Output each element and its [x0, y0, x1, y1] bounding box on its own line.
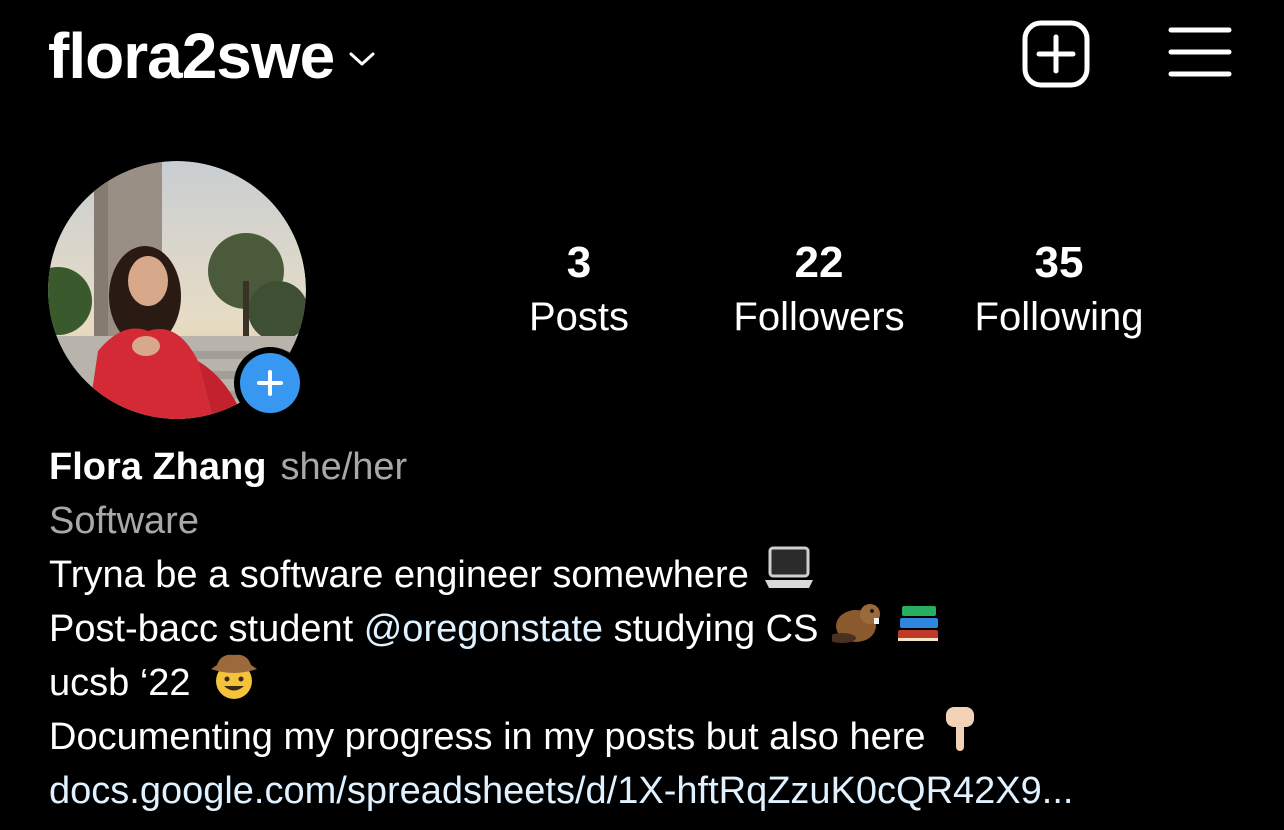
- posts-label: Posts: [528, 295, 630, 339]
- following-count: 35: [1034, 238, 1084, 287]
- following-stat[interactable]: 35 Following: [958, 236, 1160, 344]
- bio-text-2-suffix: studying CS: [603, 608, 819, 650]
- chevron-down-icon: [348, 50, 376, 68]
- account-switcher[interactable]: flora2swe: [48, 18, 376, 94]
- category: Software: [49, 500, 199, 542]
- followers-count: 22: [794, 238, 844, 287]
- bio: Flora Zhang she/her Software Tryna be a …: [49, 440, 1259, 818]
- mention-link[interactable]: @oregonstate: [364, 602, 603, 656]
- books-emoji: [894, 598, 942, 661]
- bio-text-4: Documenting my progress in my posts but …: [49, 716, 926, 758]
- posts-count: 3: [566, 238, 592, 287]
- category-line: Software: [49, 494, 1259, 548]
- pointing-down-emoji: [940, 705, 980, 770]
- create-post-button[interactable]: [1022, 20, 1090, 88]
- bio-text-1: Tryna be a software engineer somewhere: [49, 554, 749, 596]
- bio-text-3: ucsb ‘22: [49, 662, 191, 704]
- menu-button[interactable]: [1168, 26, 1232, 78]
- bio-line-1: Tryna be a software engineer somewhere: [49, 546, 1259, 605]
- beaver-emoji: [828, 598, 886, 661]
- plus-circle-icon: [240, 353, 300, 413]
- add-story-button[interactable]: [234, 347, 306, 419]
- bio-link[interactable]: docs.google.com/spreadsheets/d/1X-hftRqZ…: [49, 764, 1073, 818]
- profile-header: flora2swe: [0, 0, 1284, 110]
- bio-line-4: Documenting my progress in my posts but …: [49, 706, 1259, 764]
- username: flora2swe: [48, 20, 335, 92]
- bio-line-2: Post-bacc student @oregonstate studying …: [49, 602, 1259, 656]
- cowboy-emoji: [209, 651, 259, 716]
- bio-line-3: ucsb ‘22: [49, 654, 1259, 710]
- posts-stat[interactable]: 3 Posts: [500, 236, 658, 344]
- full-name: Flora Zhang: [49, 446, 267, 488]
- plus-square-icon: [1022, 20, 1090, 88]
- hamburger-menu-icon: [1168, 27, 1232, 77]
- bio-text-2-prefix: Post-bacc student: [49, 608, 364, 650]
- laptop-emoji: [763, 546, 815, 605]
- following-label: Following: [974, 295, 1144, 339]
- followers-label: Followers: [733, 295, 905, 339]
- pronouns: she/her: [280, 446, 408, 488]
- followers-stat[interactable]: 22 Followers: [716, 236, 922, 344]
- bio-link-line: docs.google.com/spreadsheets/d/1X-hftRqZ…: [49, 764, 1259, 818]
- name-line: Flora Zhang she/her: [49, 440, 1259, 494]
